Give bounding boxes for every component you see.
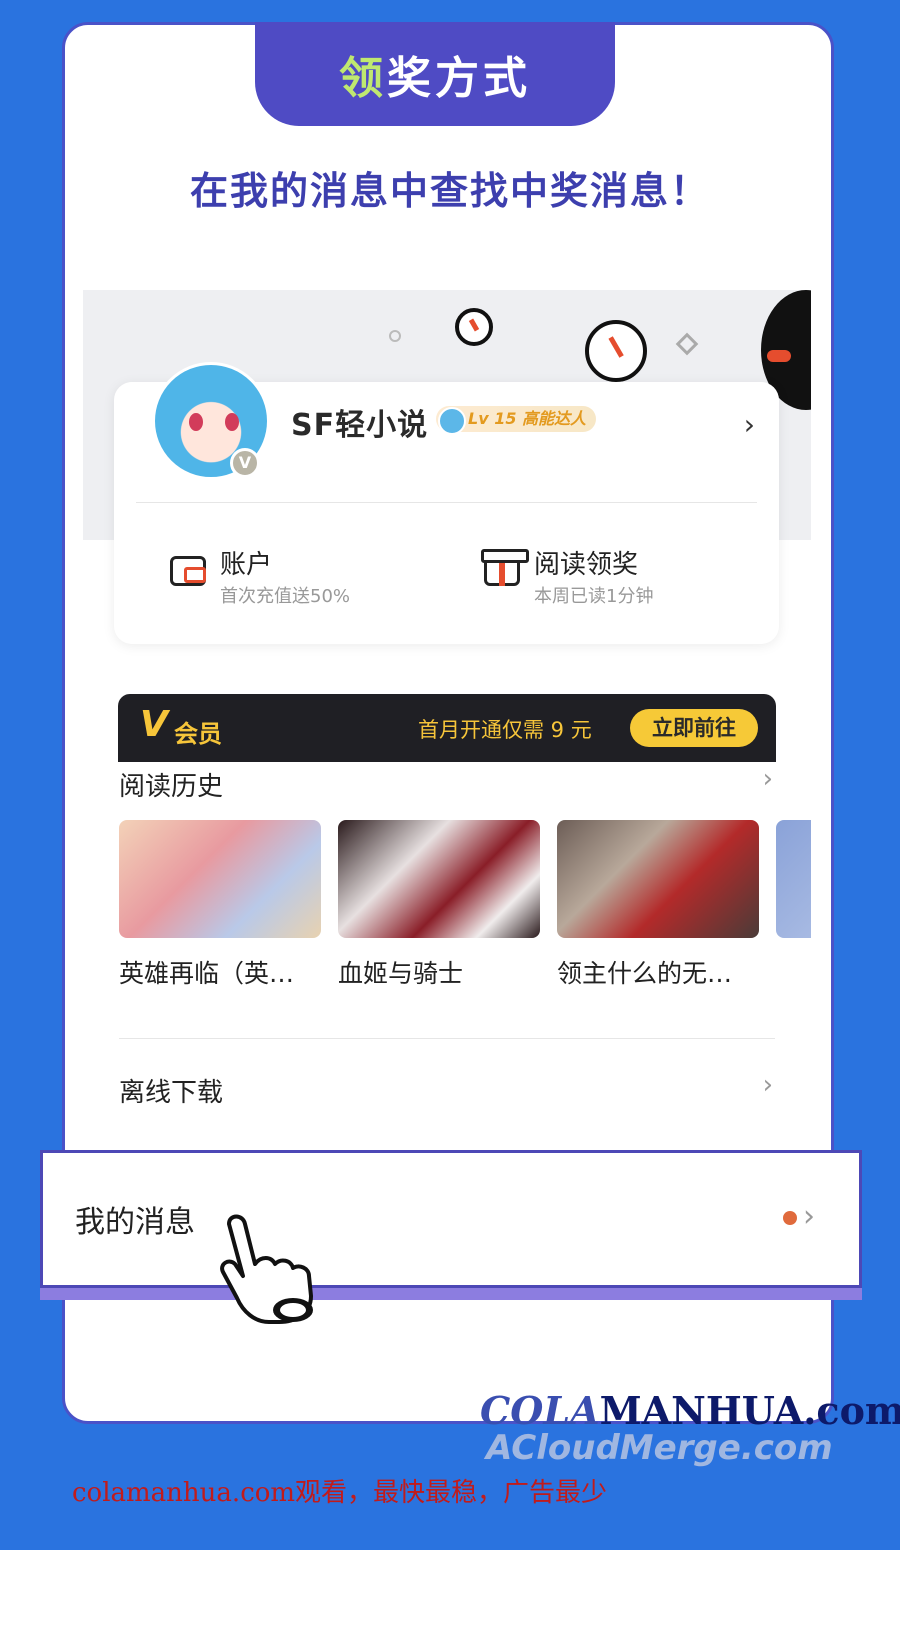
account-button[interactable]: 账户 首次充值送50% — [170, 544, 390, 607]
reading-reward-label: 阅读领奖 — [534, 550, 639, 580]
chevron-right-icon[interactable]: › — [763, 764, 773, 794]
reading-reward-button[interactable]: 阅读领奖 本周已读1分钟 — [481, 544, 704, 607]
title-first-char: 领 — [339, 53, 387, 104]
divider — [136, 502, 757, 503]
vip-logo: V — [140, 704, 168, 745]
divider — [119, 1038, 775, 1039]
vip-logo-text: 会员 — [174, 720, 222, 748]
book-cover — [119, 820, 321, 938]
diamond-icon — [675, 332, 699, 356]
book-cover — [776, 820, 811, 938]
book-item[interactable] — [776, 820, 811, 938]
reading-reward-sub: 本周已读1分钟 — [534, 586, 654, 607]
account-label: 账户 — [220, 550, 273, 580]
clock-icon — [585, 320, 647, 382]
book-title: 英雄再临（英… — [119, 959, 295, 988]
footer-text: colamanhua.com观看，最快最稳，广告最少 — [72, 1478, 608, 1508]
clock-icon — [455, 308, 493, 346]
vip-banner[interactable]: V 会员 首月开通仅需 9 元 立即前往 — [118, 694, 776, 762]
watermark: COLAMANHUA.com ACloudMerge.com — [480, 1388, 900, 1468]
vip-go-button[interactable]: 立即前往 — [630, 709, 758, 747]
instruction-subtitle: 在我的消息中查找中奖消息！ — [189, 169, 710, 213]
chevron-right-icon[interactable]: › — [744, 408, 755, 441]
title-rest: 奖方式 — [387, 53, 531, 104]
book-cover — [338, 820, 540, 938]
offline-download-title[interactable]: 离线下载 — [119, 1072, 223, 1109]
chevron-right-icon[interactable]: › — [763, 1070, 773, 1100]
watermark-line2: ACloudMerge.com — [486, 1428, 833, 1468]
chevron-right-icon: › — [803, 1199, 815, 1234]
banner-shadow — [40, 1286, 862, 1300]
profile-card[interactable]: V SF轻小说 Lv 15 高能达人 › 账户 首次充值送50% 阅读领奖 本周… — [114, 362, 779, 644]
book-item[interactable]: 领主什么的无… — [557, 820, 759, 990]
avatar-face — [189, 413, 239, 435]
book-title: 血姬与骑士 — [338, 959, 464, 988]
my-messages-row[interactable]: 我的消息 › — [40, 1150, 862, 1288]
reading-history-title[interactable]: 阅读历史 — [119, 766, 223, 803]
book-title: 领主什么的无… — [557, 959, 733, 988]
pointing-hand-icon — [220, 1214, 313, 1324]
vip-promo-text: 首月开通仅需 9 元 — [418, 718, 592, 742]
watermark-line1: COLAMANHUA.com — [480, 1388, 900, 1433]
my-messages-label: 我的消息 — [75, 1205, 195, 1240]
book-item[interactable]: 英雄再临（英… — [119, 820, 321, 990]
book-item[interactable]: 血姬与骑士 — [338, 820, 540, 990]
vip-badge-icon: V — [230, 448, 260, 478]
wallet-icon — [170, 556, 206, 586]
reading-history-list: 英雄再临（英… 血姬与骑士 领主什么的无… — [119, 820, 811, 1000]
title-tab: 领奖方式 — [255, 22, 615, 126]
profile-name: SF轻小说 — [291, 408, 429, 443]
book-cover — [557, 820, 759, 938]
decor-dot — [389, 330, 401, 342]
notification-dot-icon — [783, 1211, 797, 1225]
account-sub: 首次充值送50% — [220, 586, 351, 607]
gift-icon — [481, 549, 529, 586]
level-badge: Lv 15 高能达人 — [436, 406, 597, 435]
